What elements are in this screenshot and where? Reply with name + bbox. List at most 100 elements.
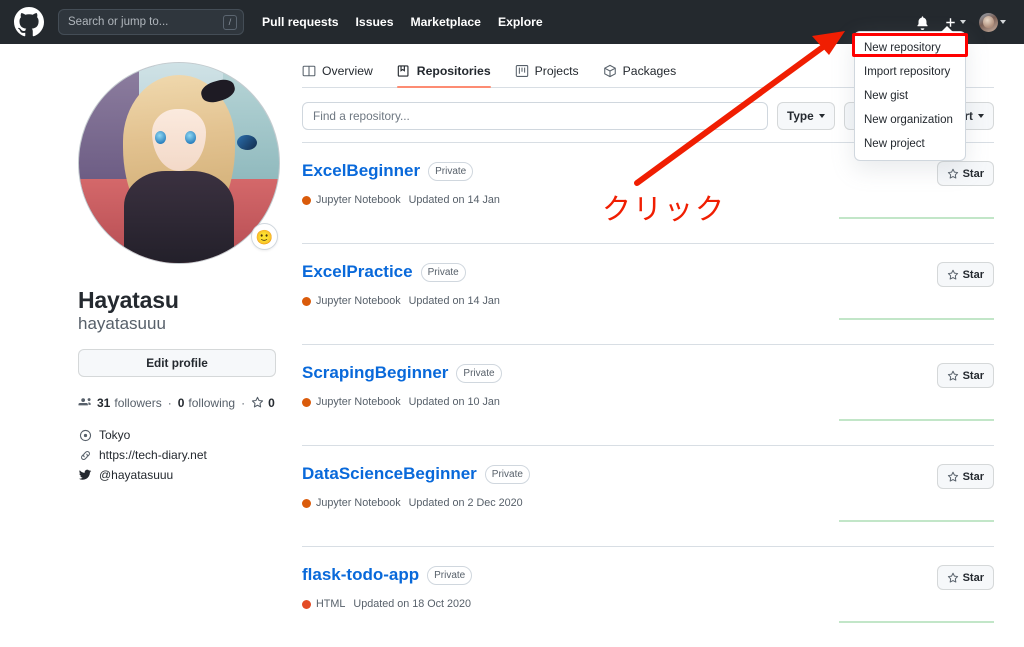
repository-actions: Star xyxy=(794,363,994,428)
following-label[interactable]: following xyxy=(188,396,235,410)
nav-pull-requests[interactable]: Pull requests xyxy=(262,15,339,29)
repository-language: Jupyter Notebook xyxy=(302,396,401,408)
stars-count[interactable]: 0 xyxy=(268,396,275,410)
menu-item-new-repository[interactable]: New repository xyxy=(855,36,965,60)
nav-issues[interactable]: Issues xyxy=(356,15,394,29)
global-search-input[interactable]: Search or jump to... / xyxy=(58,9,244,35)
project-icon xyxy=(515,64,529,78)
notifications-button[interactable] xyxy=(915,15,930,30)
menu-item-import-repository[interactable]: Import repository xyxy=(855,60,965,84)
tab-packages[interactable]: Packages xyxy=(603,64,677,87)
tab-repositories[interactable]: Repositories xyxy=(396,64,491,88)
star-button[interactable]: Star xyxy=(936,565,994,590)
star-button-label: Star xyxy=(962,470,984,483)
profile-website-text[interactable]: https://tech-diary.net xyxy=(99,448,207,462)
header-right-actions xyxy=(915,12,1010,32)
repository-name-link[interactable]: ExcelPractice xyxy=(302,262,413,282)
star-icon xyxy=(947,269,958,280)
followers-label[interactable]: followers xyxy=(114,396,161,410)
repository-language-label: HTML xyxy=(316,598,346,611)
tab-projects-label: Projects xyxy=(534,64,579,78)
profile-twitter[interactable]: @hayatasuuu xyxy=(78,468,276,482)
repository-visibility-badge: Private xyxy=(484,464,530,484)
type-filter-button[interactable]: Type xyxy=(777,102,835,130)
avatar xyxy=(979,12,998,32)
star-icon xyxy=(252,397,264,408)
repository-actions: Star xyxy=(794,161,994,226)
stat-separator: · xyxy=(167,395,172,410)
tab-overview-label: Overview xyxy=(322,64,373,78)
star-button[interactable]: Star xyxy=(936,262,994,287)
repository-info: ExcelPractice Private Jupyter Notebook U… xyxy=(302,262,794,307)
repository-row: flask-todo-app Private HTML Updated on 1… xyxy=(302,547,994,647)
tab-projects[interactable]: Projects xyxy=(515,64,579,87)
repository-language: Jupyter Notebook xyxy=(302,194,401,206)
language-color-dot xyxy=(302,296,311,306)
avatar-container: 🙂 xyxy=(78,62,280,264)
star-button[interactable]: Star xyxy=(936,464,994,489)
profile-name: Hayatasu xyxy=(78,287,179,313)
repository-language: HTML xyxy=(302,598,345,610)
repository-actions: Star xyxy=(794,565,994,630)
twitter-icon xyxy=(78,468,92,482)
star-icon xyxy=(947,572,958,583)
profile-website[interactable]: https://tech-diary.net xyxy=(78,448,276,462)
tab-repositories-label: Repositories xyxy=(416,64,491,78)
repository-visibility-badge: Private xyxy=(456,363,502,383)
type-filter-label: Type xyxy=(787,109,814,123)
repository-metadata: Jupyter Notebook Updated on 10 Jan xyxy=(302,396,794,408)
tab-overview[interactable]: Overview xyxy=(302,64,373,87)
repository-visibility-badge: Private xyxy=(420,262,466,282)
repository-name-link[interactable]: flask-todo-app xyxy=(302,565,419,585)
profile-location: Tokyo xyxy=(78,428,276,442)
commit-activity-sparkline xyxy=(839,217,994,219)
repository-info: ExcelBeginner Private Jupyter Notebook U… xyxy=(302,161,794,206)
star-button[interactable]: Star xyxy=(936,363,994,388)
repository-actions: Star xyxy=(794,464,994,529)
commit-activity-sparkline xyxy=(839,318,994,320)
repository-language: Jupyter Notebook xyxy=(302,497,401,509)
repository-metadata: Jupyter Notebook Updated on 2 Dec 2020 xyxy=(302,497,794,509)
menu-item-new-project[interactable]: New project xyxy=(855,132,965,156)
menu-item-new-gist[interactable]: New gist xyxy=(855,84,965,108)
star-button[interactable]: Star xyxy=(936,161,994,186)
repository-search-input[interactable]: Find a repository... xyxy=(302,102,768,130)
user-menu-button[interactable] xyxy=(979,12,1006,32)
header-nav: Pull requests Issues Marketplace Explore xyxy=(262,15,543,29)
repository-updated: Updated on 18 Oct 2020 xyxy=(353,598,472,611)
menu-item-new-organization[interactable]: New organization xyxy=(855,108,965,132)
repository-updated: Updated on 2 Dec 2020 xyxy=(408,497,523,510)
repository-language-label: Jupyter Notebook xyxy=(316,497,401,510)
followers-count[interactable]: 31 xyxy=(97,396,110,410)
github-mark-icon[interactable] xyxy=(14,7,44,37)
caret-down-icon xyxy=(960,20,966,24)
repository-row: DataScienceBeginner Private Jupyter Note… xyxy=(302,446,994,547)
profile-status-button[interactable]: 🙂 xyxy=(251,223,278,250)
repository-info: ScrapingBeginner Private Jupyter Noteboo… xyxy=(302,363,794,408)
tab-packages-label: Packages xyxy=(622,64,677,78)
profile-avatar-image[interactable] xyxy=(78,62,280,264)
repository-search-placeholder: Find a repository... xyxy=(313,109,410,123)
nav-explore[interactable]: Explore xyxy=(498,15,543,29)
edit-profile-button[interactable]: Edit profile xyxy=(78,349,276,378)
repository-info: DataScienceBeginner Private Jupyter Note… xyxy=(302,464,794,509)
stat-separator: · xyxy=(241,395,246,410)
profile-twitter-text[interactable]: @hayatasuuu xyxy=(99,468,173,482)
location-icon xyxy=(78,429,92,442)
star-icon xyxy=(947,471,958,482)
repo-icon xyxy=(397,64,411,78)
star-button-label: Star xyxy=(962,268,984,281)
profile-meta-list: Tokyo https://tech-diary.net @hayatasuuu xyxy=(78,428,276,482)
package-icon xyxy=(603,64,617,78)
repository-name-link[interactable]: DataScienceBeginner xyxy=(302,464,477,484)
book-icon xyxy=(302,64,316,78)
nav-marketplace[interactable]: Marketplace xyxy=(411,15,481,29)
create-new-dropdown-menu: New repository Import repository New gis… xyxy=(852,26,968,161)
repository-metadata: Jupyter Notebook Updated on 14 Jan xyxy=(302,295,794,307)
profile-location-text: Tokyo xyxy=(99,428,131,443)
language-color-dot xyxy=(302,599,311,609)
star-icon xyxy=(947,168,958,179)
repository-name-link[interactable]: ScrapingBeginner xyxy=(302,363,448,383)
following-count[interactable]: 0 xyxy=(178,396,185,410)
repository-name-link[interactable]: ExcelBeginner xyxy=(302,161,420,181)
